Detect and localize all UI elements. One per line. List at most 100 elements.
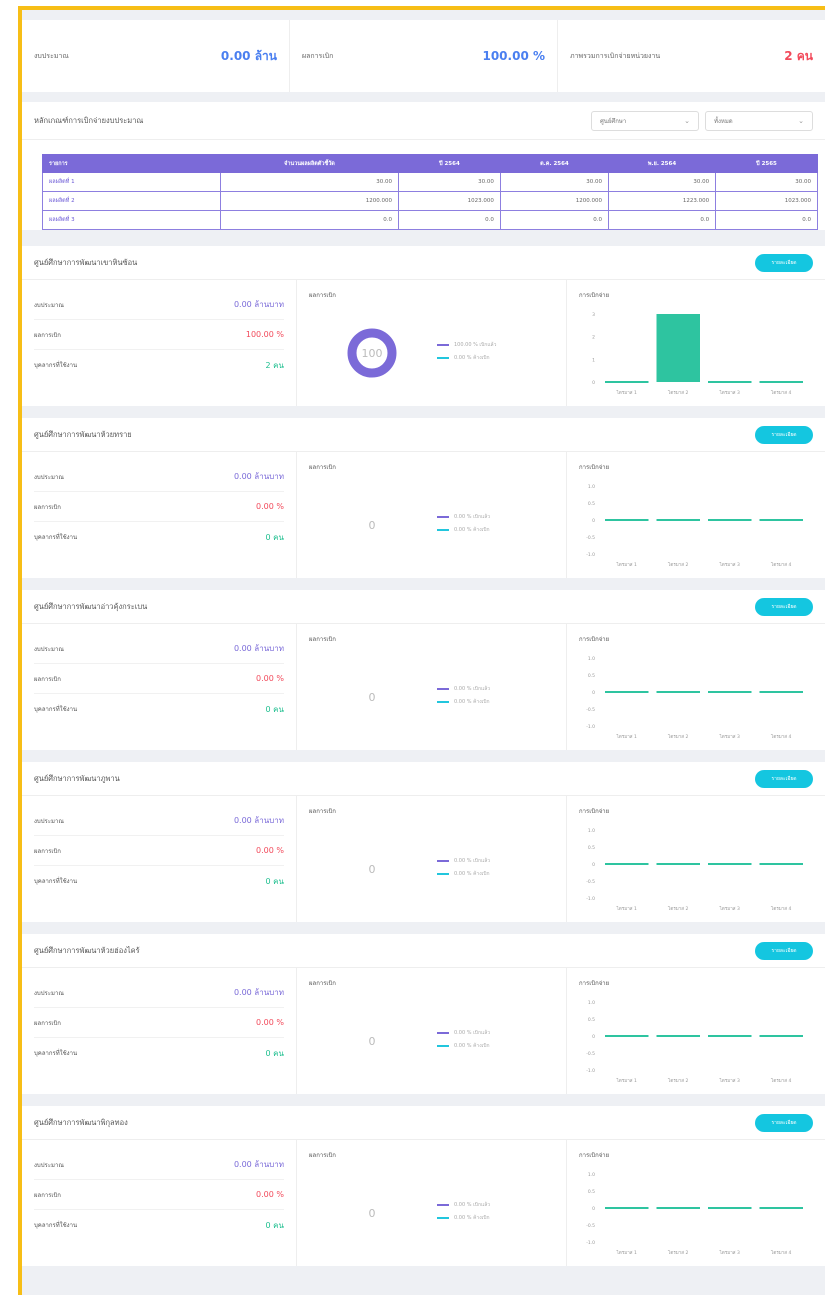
donut-title: ผลการเบิก bbox=[309, 636, 336, 643]
stat-label: งบประมาณ bbox=[34, 817, 64, 825]
bar-mark bbox=[656, 1035, 700, 1037]
details-button[interactable]: รายละเอียด bbox=[755, 425, 813, 444]
stat-label: ผลการเบิก bbox=[34, 675, 61, 683]
center-select[interactable]: ศูนย์ศึกษา ⌄ bbox=[591, 110, 699, 131]
details-button[interactable]: รายละเอียด bbox=[755, 597, 813, 616]
section-title: ศูนย์ศึกษาการพัฒนาเขาหินซ้อน bbox=[34, 257, 138, 267]
stat-people: บุคลากรที่ใช้งาน 0 คน bbox=[34, 1210, 284, 1240]
column-header: รายการ bbox=[42, 154, 221, 173]
stat-people: บุคลากรที่ใช้งาน 2 คน bbox=[34, 350, 284, 380]
donut-legend: 0.00 % เบิกแล้ว 0.00 % ค้างเบิก bbox=[437, 1198, 490, 1224]
x-tick-label: ไตรมาส 2 bbox=[667, 1250, 688, 1256]
table-row: ผลผลิตที่ 3 0.0 0.0 0.0 0.0 0.0 bbox=[42, 210, 818, 230]
kpi-label: ผลการเบิก bbox=[302, 51, 334, 60]
donut-panel: ผลการเบิก 100 100.00 % เบิกแล้ว 0.00 % ค… bbox=[297, 280, 567, 406]
bar-mark bbox=[759, 381, 803, 383]
section-body: งบประมาณ 0.00 ล้านบาท ผลการเบิก 0.00 % บ… bbox=[22, 452, 825, 578]
bar-svg: -1.0 -0.5 0 0.5 1.0 ไตรมาส 1 ไตรมาส 2 ไตรมาส 3 ไ… bbox=[586, 656, 803, 740]
section-title: ศูนย์ศึกษาการพัฒนาอ่าวคุ้งกระเบน bbox=[34, 601, 148, 611]
stat-label: งบประมาณ bbox=[34, 473, 64, 481]
center-select-value: ศูนย์ศึกษา bbox=[600, 117, 627, 125]
donut-legend: 0.00 % เบิกแล้ว 0.00 % ค้างเบิก bbox=[437, 1026, 490, 1052]
x-tick-label: ไตรมาส 4 bbox=[770, 562, 791, 568]
section-header: ศูนย์ศึกษาการพัฒนาห้วยทราย รายละเอียด bbox=[22, 418, 825, 452]
donut-title: ผลการเบิก bbox=[309, 808, 336, 815]
stat-value: 0.00 % bbox=[256, 846, 284, 855]
bar-svg: -1.0 -0.5 0 0.5 1.0 ไตรมาส 1 ไตรมาส 2 ไตรมาส 3 ไ… bbox=[586, 828, 803, 912]
period-select-value: ทั้งหมด bbox=[714, 117, 733, 125]
y-tick-label: -1.0 bbox=[586, 1068, 595, 1074]
legend-label: 0.00 % เบิกแล้ว bbox=[454, 1029, 491, 1036]
legend-item: 0.00 % ค้างเบิก bbox=[437, 523, 490, 536]
donut-center-text: 0 bbox=[369, 863, 376, 876]
bar-chart-title: การเบิกจ่าย bbox=[579, 292, 610, 299]
legend-swatch bbox=[437, 872, 449, 875]
center-section: ศูนย์ศึกษาการพัฒนาห้วยทราย รายละเอียด งบ… bbox=[22, 418, 825, 578]
stat-label: งบประมาณ bbox=[34, 1161, 64, 1169]
legend-label: 0.00 % ค้างเบิก bbox=[454, 1214, 490, 1221]
y-tick-label: 2 bbox=[592, 335, 595, 341]
bar-mark bbox=[708, 381, 752, 383]
donut-svg: 0 bbox=[369, 519, 376, 532]
x-tick-label: ไตรมาส 1 bbox=[616, 562, 637, 568]
stat-label: บุคลากรที่ใช้งาน bbox=[34, 878, 78, 885]
bar-svg: 0 1 2 3 ไตรมาส 1 ไตรมาส 2 ไตรมาส 3 ไตรมาส 4 bbox=[592, 312, 803, 396]
stat-label: บุคลากรที่ใช้งาน bbox=[34, 1050, 78, 1057]
row-link[interactable]: ผลผลิตที่ 3 bbox=[42, 210, 221, 230]
stat-budget: งบประมาณ 0.00 ล้านบาท bbox=[34, 806, 284, 836]
bar-mark bbox=[759, 863, 803, 865]
center-section: ศูนย์ศึกษาการพัฒนาเขาหินซ้อน รายละเอียด … bbox=[22, 246, 825, 406]
y-tick-label: 0 bbox=[592, 862, 595, 868]
legend-label: 0.00 % เบิกแล้ว bbox=[454, 513, 491, 520]
legend-swatch bbox=[437, 687, 449, 690]
center-section: ศูนย์ศึกษาการพัฒนาพิกุลทอง รายละเอียด งบ… bbox=[22, 1106, 825, 1266]
stat-budget: งบประมาณ 0.00 ล้านบาท bbox=[34, 978, 284, 1008]
bar-mark bbox=[708, 519, 752, 521]
y-tick-label: 0 bbox=[592, 380, 595, 386]
section-header: ศูนย์ศึกษาการพัฒนาพิกุลทอง รายละเอียด bbox=[22, 1106, 825, 1140]
y-tick-label: -1.0 bbox=[586, 896, 595, 902]
stat-result: ผลการเบิก 0.00 % bbox=[34, 836, 284, 866]
legend-label: 0.00 % ค้างเบิก bbox=[454, 870, 490, 877]
bar-panel: การเบิกจ่าย -1.0 -0.5 0 0.5 1.0 ไตรมาส 1 ไตรมา… bbox=[567, 968, 825, 1094]
section-body: งบประมาณ 0.00 ล้านบาท ผลการเบิก 0.00 % บ… bbox=[22, 624, 825, 750]
summary-table: รายการ จำนวนผลผลิตตัวชี้วัด ปี 2564 ต.ค.… bbox=[42, 154, 818, 230]
bar-mark bbox=[759, 691, 803, 693]
y-tick-label: 0.5 bbox=[588, 845, 595, 851]
donut-title: ผลการเบิก bbox=[309, 980, 336, 987]
row-link[interactable]: ผลผลิตที่ 2 bbox=[42, 191, 221, 211]
details-button[interactable]: รายละเอียด bbox=[755, 1113, 813, 1132]
details-button[interactable]: รายละเอียด bbox=[755, 253, 813, 272]
bar-mark bbox=[656, 691, 700, 693]
x-tick-label: ไตรมาส 3 bbox=[719, 390, 740, 396]
filter-selects: ศูนย์ศึกษา ⌄ ทั้งหมด ⌄ bbox=[591, 110, 813, 131]
bar-mark bbox=[708, 691, 752, 693]
legend-item: 0.00 % ค้างเบิก bbox=[437, 1039, 490, 1052]
stats-panel: งบประมาณ 0.00 ล้านบาท ผลการเบิก 0.00 % บ… bbox=[22, 624, 297, 750]
bar-svg: -1.0 -0.5 0 0.5 1.0 ไตรมาส 1 ไตรมาส 2 ไตรมาส 3 ไ… bbox=[586, 1172, 803, 1256]
stat-value: 0 คน bbox=[265, 704, 284, 714]
bar-svg: -1.0 -0.5 0 0.5 1.0 ไตรมาส 1 ไตรมาส 2 ไตรมาส 3 ไ… bbox=[586, 1000, 803, 1084]
center-section: ศูนย์ศึกษาการพัฒนาห้วยฮ่องไคร้ รายละเอีย… bbox=[22, 934, 825, 1094]
bar-mark bbox=[759, 1035, 803, 1037]
period-select[interactable]: ทั้งหมด ⌄ bbox=[705, 110, 813, 131]
details-button[interactable]: รายละเอียด bbox=[755, 941, 813, 960]
table-cell: 30.00 bbox=[220, 172, 399, 192]
bar-chart-title: การเบิกจ่าย bbox=[579, 980, 610, 987]
donut-panel: ผลการเบิก 0 0.00 % เบิกแล้ว 0.00 % ค้างเ… bbox=[297, 452, 567, 578]
x-tick-label: ไตรมาส 2 bbox=[667, 734, 688, 740]
stat-result: ผลการเบิก 0.00 % bbox=[34, 664, 284, 694]
bar-mark bbox=[656, 863, 700, 865]
row-link[interactable]: ผลผลิตที่ 1 bbox=[42, 172, 221, 192]
details-button[interactable]: รายละเอียด bbox=[755, 769, 813, 788]
x-tick-label: ไตรมาส 3 bbox=[719, 1078, 740, 1084]
stat-value: 0.00 ล้านบาท bbox=[233, 300, 284, 309]
table-cell: 1200.000 bbox=[220, 191, 399, 211]
card-header: หลักเกณฑ์การเบิกจ่ายงบประมาณ ศูนย์ศึกษา … bbox=[22, 102, 825, 140]
stat-people: บุคลากรที่ใช้งาน 0 คน bbox=[34, 694, 284, 724]
bar-mark bbox=[759, 519, 803, 521]
table-cell: 1023.000 bbox=[398, 191, 501, 211]
donut-title: ผลการเบิก bbox=[309, 1152, 336, 1159]
legend-swatch bbox=[437, 356, 449, 359]
x-tick-label: ไตรมาส 1 bbox=[616, 734, 637, 740]
